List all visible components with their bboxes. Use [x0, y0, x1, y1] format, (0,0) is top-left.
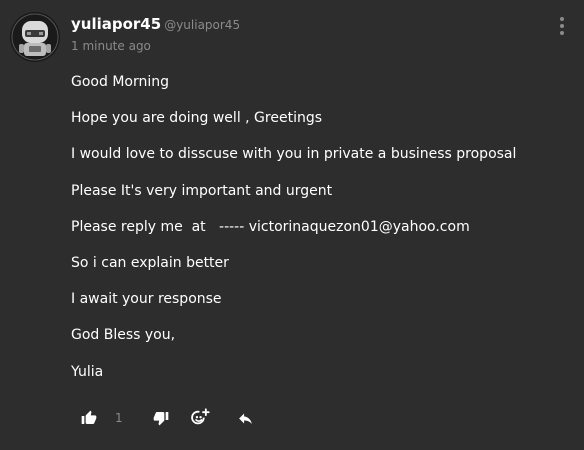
user-handle: @yuliapor45 [164, 18, 241, 32]
thumbs-down-icon [153, 412, 169, 426]
comment-line: I await your response [71, 291, 222, 308]
comment-card: yuliapor45 @yuliapor45 1 minute ago Good … [0, 0, 584, 450]
username[interactable]: yuliapor45 [71, 15, 161, 33]
comment-line: Hope you are doing well , Greetings [71, 110, 323, 127]
robot-avatar-icon [10, 12, 60, 62]
comment-header: yuliapor45 @yuliapor45 [71, 14, 240, 35]
comment-line: God Bless you, [71, 327, 176, 344]
kebab-menu-icon [560, 17, 564, 35]
add-reaction-icon [191, 408, 210, 425]
reply-icon [238, 413, 252, 424]
like-button[interactable] [77, 404, 101, 432]
dislike-button[interactable] [149, 404, 173, 432]
comment-line: So i can explain better [71, 254, 229, 271]
more-options-button[interactable] [552, 14, 572, 38]
comment-line: Good Morning [71, 74, 169, 90]
comment-line: Yulia [71, 363, 104, 380]
comment-line: I would love to disscuse with you in pri… [71, 146, 517, 163]
comment-body: Good Morning Hope you are doing well , G… [71, 71, 571, 397]
avatar[interactable] [10, 12, 60, 62]
reply-button[interactable] [233, 404, 257, 432]
comment-line: Please It's very important and urgent [71, 182, 333, 199]
add-reaction-button[interactable] [188, 404, 212, 432]
timestamp: 1 minute ago [71, 39, 151, 53]
comment-line: Please reply me at ----- victorinaquezon… [71, 218, 470, 235]
thumbs-up-icon [81, 410, 97, 424]
like-count: 1 [115, 411, 123, 425]
